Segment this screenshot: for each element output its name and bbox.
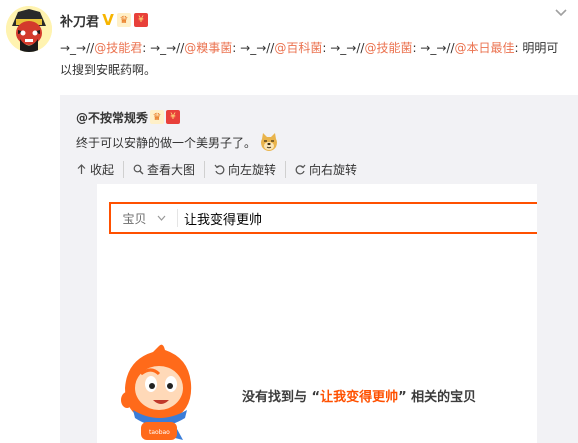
rotate-right-label: 向右旋转 <box>309 162 358 177</box>
repost-author-name[interactable]: @不按常规秀 <box>76 109 148 126</box>
repost-box: @不按常规秀 ♛ ¥ 终于可以安静的做一个美男子了。 收起 查看大图 向左旋转 <box>60 95 578 443</box>
post-text-fragment: →_→// <box>60 41 95 55</box>
rotate-left-button[interactable]: 向左旋转 <box>204 160 285 178</box>
mention-link[interactable]: @百科菌 <box>274 41 322 55</box>
doge-emoji-icon <box>261 133 278 151</box>
verified-v-icon[interactable]: V <box>102 11 114 29</box>
collapse-label: 收起 <box>90 162 115 177</box>
post-author-name[interactable]: 补刀君 <box>60 11 99 30</box>
no-result-prefix: 没有找到与 “ <box>242 390 321 405</box>
crown-badge-icon[interactable]: ♛ <box>150 110 165 124</box>
taobao-search-bar: 宝贝 <box>109 202 537 234</box>
red-envelope-icon[interactable]: ¥ <box>166 110 181 124</box>
avatar-image <box>6 6 52 52</box>
collapse-button[interactable]: 收起 <box>76 161 123 178</box>
attached-screenshot[interactable]: 宝贝 taobao 没有找到与 “让我变得更帅” 相关的宝贝 <box>97 184 537 443</box>
post-author-row: 补刀君 V ♛ ¥ <box>60 11 149 30</box>
collapse-arrow-icon <box>77 163 86 174</box>
search-category-label: 宝贝 <box>122 211 147 226</box>
mention-link[interactable]: @本日最佳 <box>455 41 515 55</box>
crown-badge-icon[interactable]: ♛ <box>117 13 132 27</box>
post-text-fragment: : →_→// <box>412 41 455 55</box>
post-text-fragment: : →_→// <box>232 41 275 55</box>
no-result-message: 没有找到与 “让我变得更帅” 相关的宝贝 <box>242 386 476 405</box>
view-large-button[interactable]: 查看大图 <box>123 160 204 178</box>
red-envelope-icon[interactable]: ¥ <box>134 13 149 27</box>
view-large-label: 查看大图 <box>147 162 196 177</box>
search-category-select[interactable]: 宝贝 <box>111 204 177 232</box>
repost-text-row: 终于可以安静的做一个美男子了。 <box>76 133 279 151</box>
repost-text: 终于可以安静的做一个美男子了。 <box>76 135 257 150</box>
mention-link[interactable]: @技能菌 <box>364 41 412 55</box>
rotate-right-icon <box>295 164 306 174</box>
no-result-suffix: ” 相关的宝贝 <box>398 390 477 405</box>
rotate-right-button[interactable]: 向右旋转 <box>285 160 366 178</box>
dropdown-caret-icon <box>157 215 165 221</box>
search-input[interactable] <box>178 204 537 232</box>
rotate-left-icon <box>214 164 225 174</box>
post-text-fragment: : →_→// <box>322 41 365 55</box>
taobao-mascot-icon: taobao <box>121 344 192 440</box>
no-result-query: 让我变得更帅 <box>320 390 399 405</box>
mention-link[interactable]: @糗事菌 <box>184 41 232 55</box>
post-text: →_→//@技能君: →_→//@糗事菌: →_→//@百科菌: →_→//@技… <box>60 37 570 81</box>
mention-link[interactable]: @技能君 <box>94 41 142 55</box>
rotate-left-label: 向左旋转 <box>228 162 277 177</box>
chevron-down-icon[interactable] <box>554 6 568 20</box>
svg-text:taobao: taobao <box>149 429 170 436</box>
zoom-icon <box>133 164 144 174</box>
repost-author-row: @不按常规秀 ♛ ¥ <box>76 109 181 126</box>
post-text-fragment: : →_→// <box>142 41 185 55</box>
avatar[interactable] <box>6 6 52 52</box>
image-toolbar: 收起 查看大图 向左旋转 向右旋转 <box>76 160 366 178</box>
